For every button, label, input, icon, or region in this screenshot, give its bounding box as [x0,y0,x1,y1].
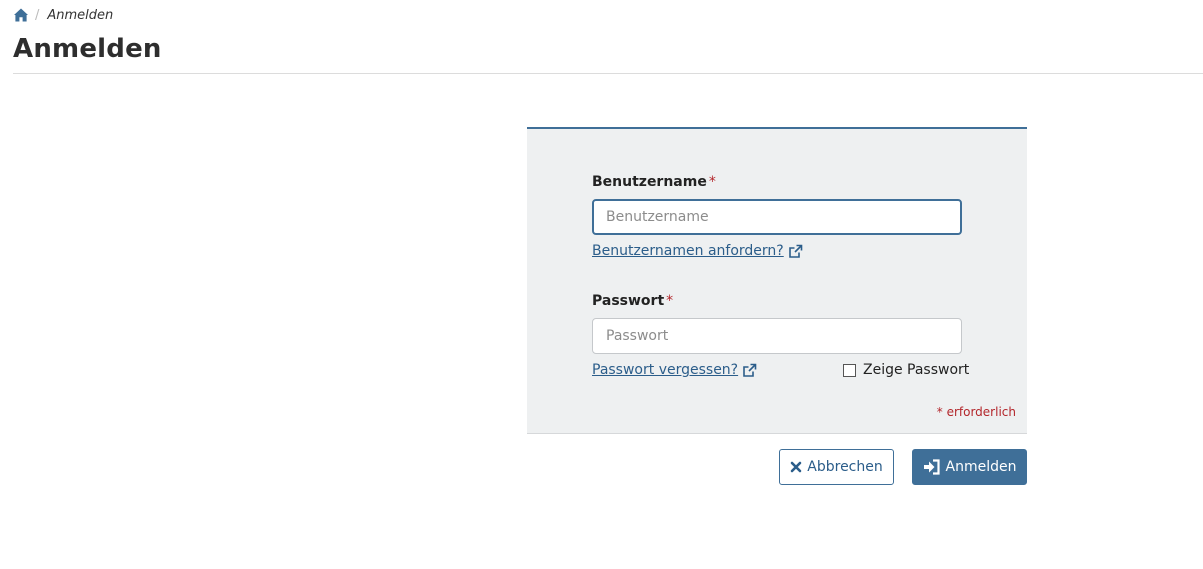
username-label: Benutzername * [592,174,716,190]
login-button-label: Anmelden [945,459,1017,475]
external-link-icon [788,244,803,259]
username-label-text: Benutzername [592,174,707,190]
login-form-panel: Benutzername* Benutzernamen anfordern? P… [527,106,1027,434]
panel-accent-line [527,127,1027,129]
required-fields-note: * erforderlich [936,405,1016,419]
show-password-toggle[interactable]: Zeige Passwort [843,362,969,378]
required-marker: * [666,293,674,309]
password-input[interactable] [592,318,962,354]
title-divider [13,73,1203,74]
password-label: Passwort * [592,293,673,309]
request-username-link[interactable]: Benutzernamen anfordern? [592,243,803,259]
password-label-text: Passwort [592,293,665,309]
username-input[interactable] [592,199,962,235]
required-marker: * [708,174,716,190]
external-link-icon [742,363,757,378]
close-icon [790,461,802,473]
sign-in-icon [923,459,941,475]
home-icon[interactable] [13,7,29,23]
cancel-button[interactable]: Abbrechen [779,449,894,485]
cancel-button-label: Abbrechen [807,459,883,475]
show-password-label: Zeige Passwort [863,362,970,378]
request-username-link-text: Benutzernamen anfordern? [592,243,784,259]
forgot-password-link[interactable]: Passwort vergessen? [592,362,757,378]
show-password-checkbox[interactable] [843,363,856,377]
breadcrumb-current: Anmelden [47,7,114,23]
page-title: Anmelden [13,34,162,64]
breadcrumb-separator: / [35,7,40,23]
forgot-password-link-text: Passwort vergessen? [592,362,739,378]
breadcrumb: / Anmelden [13,6,113,24]
login-button[interactable]: Anmelden [912,449,1027,485]
panel-header [527,106,1027,127]
